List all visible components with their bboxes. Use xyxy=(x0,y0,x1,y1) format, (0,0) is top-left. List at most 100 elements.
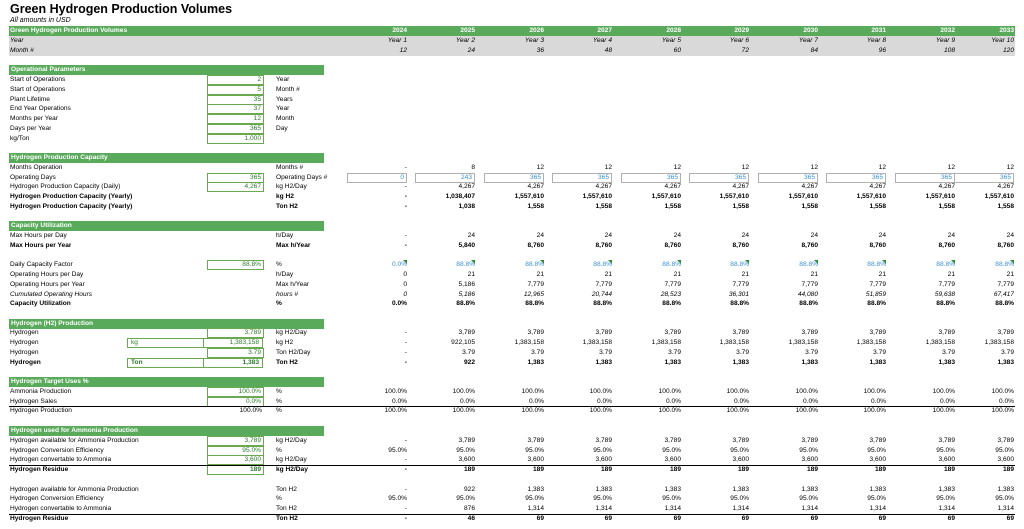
year-value-cell: 1,314 xyxy=(664,505,681,512)
year-value-cell: 3,789 xyxy=(527,437,544,444)
input-cell[interactable]: kg 1,383,158 xyxy=(127,338,263,348)
month-cell: 84 xyxy=(810,47,818,54)
year-value-cell: 100.0% xyxy=(932,388,955,395)
year-value-cell: 3,600 xyxy=(869,456,886,463)
year-value-cell: 1,558 xyxy=(527,203,544,210)
month-row-label: Month # xyxy=(10,47,34,54)
unit-label: h/Day xyxy=(276,271,294,278)
year-value-cell: 8,760 xyxy=(527,242,544,249)
table-row: Hydrogen Production Capacity (Daily) 4,26… xyxy=(9,182,1015,192)
year-value-cell: 7,779 xyxy=(595,281,612,288)
year-value-cell: 88.8% xyxy=(621,260,681,270)
year-label-cell: Year 5 xyxy=(661,37,681,44)
row-label: Hydrogen xyxy=(10,329,39,336)
year-value-cell: 3,789 xyxy=(869,437,886,444)
header-year-label-row: Year Year 1 Year 2 Year 3 Year 4 Year 5 … xyxy=(9,36,1015,46)
input-cell[interactable]: 88.8% xyxy=(207,260,264,270)
unit-label: kg H2/Day xyxy=(276,183,307,190)
input-cell[interactable]: 3.79 xyxy=(207,348,264,358)
month-cell: 24 xyxy=(467,47,475,54)
year-value-cell: 1,557,610 xyxy=(788,193,818,200)
year-value-cell: 1,383 xyxy=(997,359,1014,366)
year-value-cell: 3,789 xyxy=(997,437,1014,444)
year-cell: 2032 xyxy=(940,27,955,34)
year-value-cell: 1,383,158 xyxy=(856,339,886,346)
row-label: Ammonia Production xyxy=(10,388,72,395)
year-value-cell: 95.0% xyxy=(799,495,818,502)
year-value-cell: 8,760 xyxy=(732,242,749,249)
table-row: Max Hours per Year Max h/Year - 5,840 8,760 8… xyxy=(9,241,1015,251)
row-label: Months Operation xyxy=(10,164,63,171)
year-value-cell: 3,789 xyxy=(732,329,749,336)
year-value-cell: 1,038,407 xyxy=(445,193,475,200)
unit-label: Ton H2 xyxy=(276,505,297,512)
year-value-cell: 0 xyxy=(403,281,407,288)
year-value-cell: 1,314 xyxy=(801,505,818,512)
input-cell[interactable]: 4,267 xyxy=(207,182,264,192)
year-value-cell: - xyxy=(404,203,407,210)
unit-label: kg H2/Day xyxy=(276,456,307,463)
row-label: Hydrogen convertable to Ammonia xyxy=(10,505,112,512)
year-value-cell: 0.0% xyxy=(347,260,407,270)
year-value-cell: 95.0% xyxy=(936,495,955,502)
year-label-cell: Year 2 xyxy=(455,37,475,44)
year-value-cell: 24 xyxy=(604,232,612,239)
year-value-cell: 24 xyxy=(536,232,544,239)
year-value-cell: 3.79 xyxy=(462,349,475,356)
year-value-cell: 88.8% xyxy=(895,260,955,270)
year-value-cell: 1,314 xyxy=(732,505,749,512)
year-label-cell: Year 4 xyxy=(592,37,612,44)
year-value-cell: 3,600 xyxy=(997,456,1014,463)
year-value-cell: 3,600 xyxy=(527,456,544,463)
year-value-cell: 24 xyxy=(741,232,749,239)
year-value-cell: 100.0% xyxy=(521,388,544,395)
total-rule xyxy=(9,406,1015,408)
year-label-cell: Year 8 xyxy=(866,37,886,44)
header-month-row: Month # 12 24 36 48 60 72 84 96 108 120 xyxy=(9,46,1015,56)
input-cell[interactable]: 3,789 xyxy=(207,436,264,446)
year-value-cell: 100.0% xyxy=(658,388,681,395)
year-value-cell: 88.8% xyxy=(758,260,818,270)
input-cell[interactable]: 12 xyxy=(207,114,264,124)
row-label: Hydrogen Production Capacity (Daily) xyxy=(10,183,121,190)
row-label: Hydrogen Production Capacity (Yearly) xyxy=(10,203,133,210)
input-cell[interactable]: 1,000 xyxy=(207,134,264,144)
year-label-cell: Year 1 xyxy=(387,37,407,44)
unit-label: Ton H2 xyxy=(276,203,298,210)
input-cell[interactable]: 5 xyxy=(207,85,264,95)
year-value-cell: 3,600 xyxy=(801,456,818,463)
year-value-cell: 1,314 xyxy=(938,505,955,512)
row-label: Hydrogen Production Capacity (Yearly) xyxy=(10,193,133,200)
year-value-cell: 3.79 xyxy=(942,349,955,356)
section-title: Capacity Utilization xyxy=(9,221,324,231)
input-cell[interactable]: 2 xyxy=(207,75,264,85)
year-value-cell: 100.0% xyxy=(452,388,475,395)
year-value-cell: 95.0% xyxy=(730,495,749,502)
year-value-cell: 3,600 xyxy=(938,456,955,463)
year-value-cell: 3,789 xyxy=(801,329,818,336)
year-value-cell: 3,789 xyxy=(458,437,475,444)
table-row: Hydrogen Production 100.0%% 100.0% 100.0% 10… xyxy=(9,406,1015,416)
year-value-cell: - xyxy=(404,437,407,444)
input-cell[interactable]: 3,789 xyxy=(207,328,264,338)
table-row: Hydrogen available for Ammonia Productio… xyxy=(9,436,1015,446)
input-cell[interactable]: 37 xyxy=(207,104,264,114)
year-value-cell: 21 xyxy=(604,271,612,278)
input-cell[interactable]: 3,600 xyxy=(207,455,264,465)
input-cell[interactable]: 100.0% xyxy=(207,387,264,397)
year-value-cell: 24 xyxy=(947,232,955,239)
header-section-label: Green Hydrogen Production Volumes xyxy=(10,27,128,34)
month-cell: 108 xyxy=(943,47,955,54)
year-value-cell: 12 xyxy=(741,164,749,171)
table-row: Hydrogen 3,789 kg H2/Day - 3,789 3,789 3,789 3,… xyxy=(9,328,1015,338)
input-cell[interactable]: Ton 1,383 xyxy=(127,358,263,368)
table-row: Hydrogen 3.79 Ton H2/Day - 3.79 3.79 3.79 3.79 3… xyxy=(9,348,1015,358)
year-value-cell: 21 xyxy=(878,271,886,278)
year-value-cell: 88.8% xyxy=(415,260,475,270)
year-value-cell: 95.0% xyxy=(995,495,1014,502)
input-cell[interactable]: 365 xyxy=(207,124,264,134)
year-value-cell: - xyxy=(404,329,407,336)
section-header-capacity: Hydrogen Production Capacity xyxy=(9,153,1015,163)
year-value-cell: 1,383 xyxy=(664,359,681,366)
year-value-cell: 1,383,158 xyxy=(582,339,612,346)
